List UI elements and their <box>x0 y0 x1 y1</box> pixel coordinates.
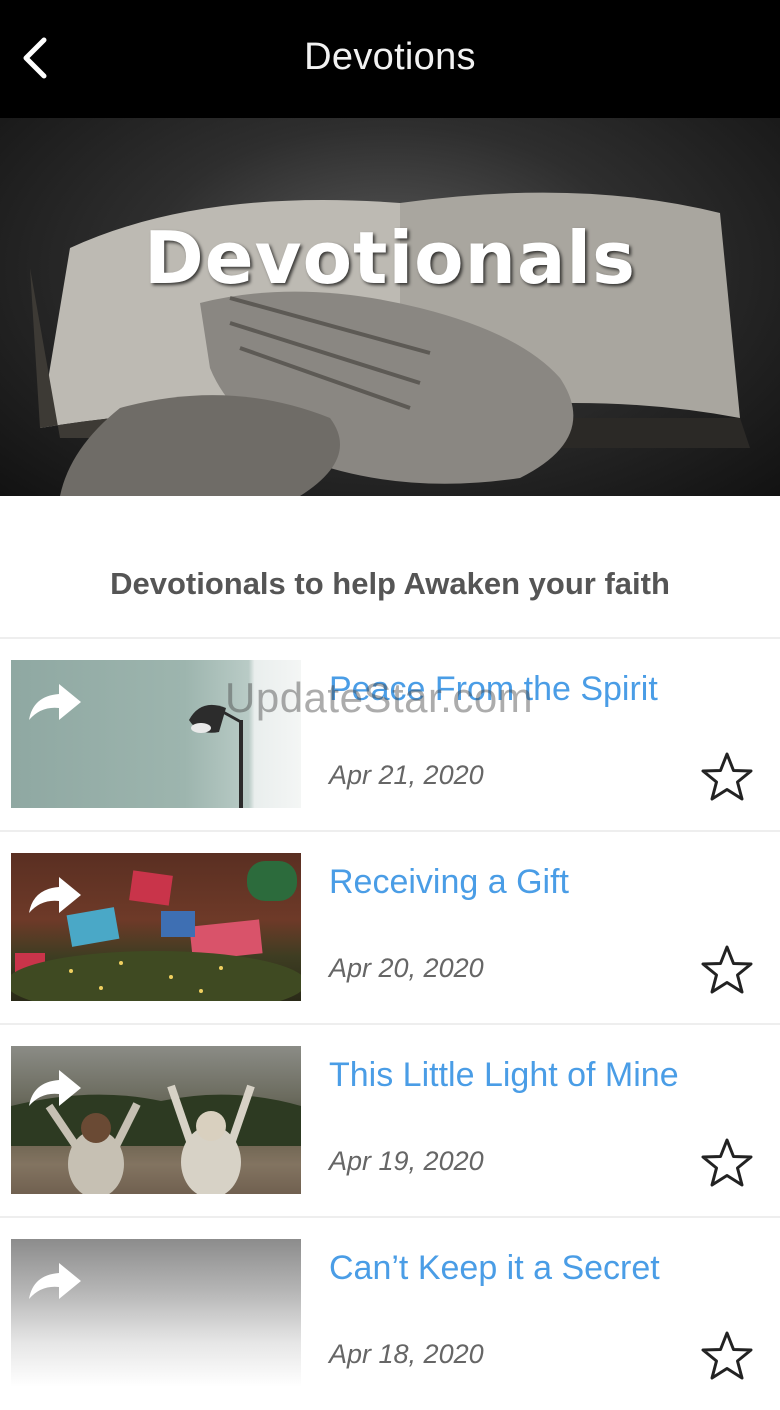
hero-banner: Devotionals <box>0 118 780 496</box>
hero-title: Devotionals <box>144 216 636 300</box>
list-item[interactable]: This Little Light of Mine Apr 19, 2020 <box>0 1025 780 1217</box>
thumbnail-image[interactable] <box>11 853 301 1001</box>
list-item[interactable]: Peace From the Spirit Apr 21, 2020 <box>0 639 780 831</box>
devotion-title[interactable]: This Little Light of Mine <box>329 1056 679 1095</box>
devotion-date: Apr 21, 2020 <box>329 760 484 790</box>
watermark: UpdateStar.com <box>225 674 534 721</box>
devotion-date: Apr 19, 2020 <box>329 1146 484 1176</box>
star-icon[interactable] <box>700 751 754 803</box>
list-item[interactable]: Receiving a Gift Apr 20, 2020 <box>0 832 780 1024</box>
share-icon[interactable] <box>25 680 85 724</box>
devotion-title[interactable]: Receiving a Gift <box>329 863 569 902</box>
devotion-date: Apr 20, 2020 <box>329 953 484 983</box>
star-icon[interactable] <box>700 1137 754 1189</box>
top-bar: Devotions <box>0 0 780 118</box>
page-title: Devotions <box>304 36 476 78</box>
devotion-title[interactable]: Can’t Keep it a Secret <box>329 1249 660 1288</box>
devotion-date: Apr 18, 2020 <box>329 1339 484 1369</box>
share-icon[interactable] <box>25 873 85 917</box>
list-item[interactable]: Can’t Keep it a Secret Apr 18, 2020 <box>0 1218 780 1410</box>
section-subtitle: Devotionals to help Awaken your faith <box>110 566 670 601</box>
star-icon[interactable] <box>700 1330 754 1382</box>
share-icon[interactable] <box>25 1259 85 1303</box>
thumbnail-image[interactable] <box>11 1046 301 1194</box>
hero-bible-image <box>30 192 750 496</box>
share-icon[interactable] <box>25 1066 85 1110</box>
star-icon[interactable] <box>700 944 754 996</box>
thumbnail-image[interactable] <box>11 1239 301 1387</box>
